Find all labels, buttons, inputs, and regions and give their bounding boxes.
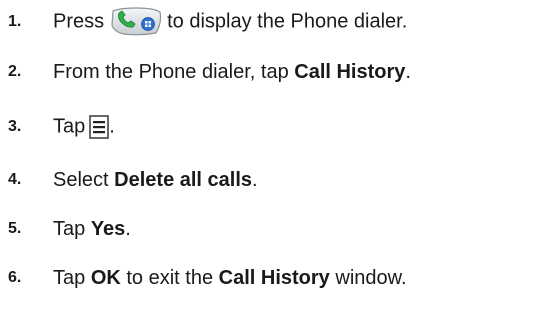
step-1: 1. Press to display the Phone dialer.	[8, 2, 407, 42]
step-text: Select Delete all calls.	[53, 169, 258, 192]
step-text: Tap OK to exit the Call History window.	[53, 267, 407, 290]
step-number: 3.	[8, 118, 22, 135]
step-number: 2.	[8, 63, 22, 80]
step-2: 2. From the Phone dialer, tap Call Histo…	[8, 52, 411, 92]
step-number: 5.	[8, 220, 22, 237]
step-text: Press to display the Phone dialer.	[53, 7, 407, 37]
step-bold-term: OK	[90, 266, 121, 289]
step-3: 3. Tap .	[8, 107, 115, 147]
step-text: Tap Yes.	[53, 218, 131, 241]
step-text-post: .	[125, 217, 131, 240]
step-bold-term-2: Call History	[218, 266, 330, 289]
step-text-pre: Tap	[53, 217, 91, 240]
step-text-pre: Tap	[53, 266, 91, 289]
step-text-pre: Select	[53, 168, 115, 191]
step-text-post: window.	[329, 266, 407, 289]
phone-key-icon	[111, 7, 162, 36]
step-text-post: .	[405, 60, 411, 83]
step-text-pre: Tap	[53, 115, 86, 138]
step-text-pre: From the Phone dialer, tap	[53, 60, 295, 83]
step-text-pre: Press	[53, 10, 105, 33]
step-bold-term: Yes	[90, 217, 126, 240]
step-text-post: to display the Phone dialer.	[167, 10, 408, 33]
step-5: 5. Tap Yes.	[8, 209, 131, 249]
step-bold-term: Delete all calls	[114, 168, 253, 191]
step-number: 6.	[8, 269, 22, 286]
step-text-post: .	[109, 115, 115, 138]
step-text: Tap .	[53, 115, 115, 139]
step-number: 1.	[8, 13, 22, 30]
step-text-mid: to exit the	[120, 266, 219, 289]
step-6: 6. Tap OK to exit the Call History windo…	[8, 258, 407, 298]
step-bold-term: Call History	[294, 60, 406, 83]
instruction-list: 1. Press to display the Phone dialer. 2.…	[0, 0, 541, 324]
step-number: 4.	[8, 171, 22, 188]
step-text: From the Phone dialer, tap Call History.	[53, 61, 411, 84]
step-text-post: .	[252, 168, 258, 191]
step-4: 4. Select Delete all calls.	[8, 160, 258, 200]
menu-icon	[89, 115, 110, 139]
